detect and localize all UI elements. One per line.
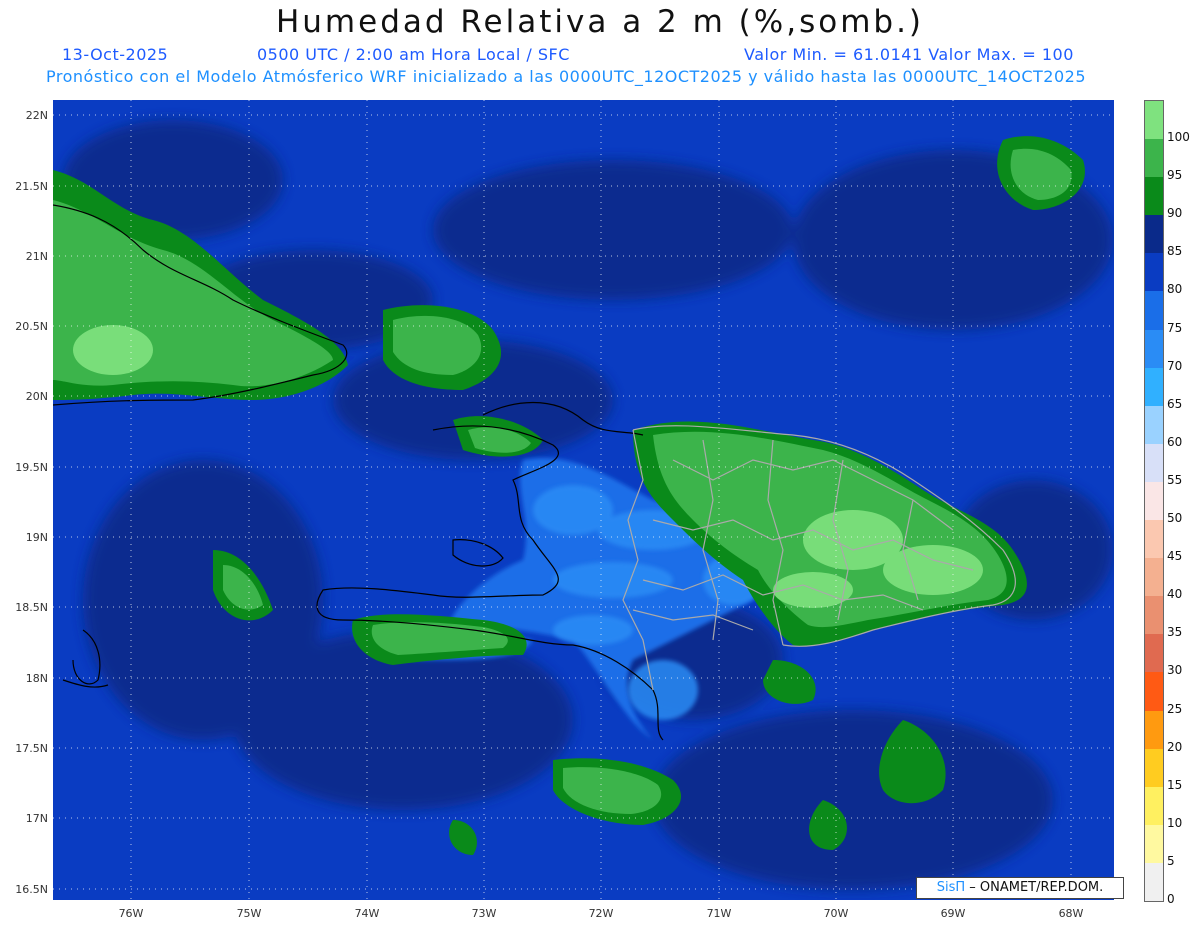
legend-label: 65 <box>1167 396 1183 411</box>
credit-org: – ONAMET/REP.DOM. <box>965 880 1104 895</box>
lat-label: 20.5N <box>15 320 48 333</box>
lon-label: 68W <box>1058 907 1084 920</box>
legend-swatch <box>1145 710 1163 750</box>
model-info: Pronóstico con el Modelo Atmósferico WRF… <box>46 67 1087 86</box>
lon-label: 69W <box>940 907 966 920</box>
legend-swatch <box>1145 824 1163 864</box>
legend-swatch <box>1145 596 1163 635</box>
min-max-values: Valor Min. = 61.0141 Valor Max. = 100 <box>744 45 1074 64</box>
map-canvas <box>53 100 1114 900</box>
legend-swatch <box>1145 405 1163 445</box>
legend-label: 5 <box>1167 853 1175 868</box>
legend-label: 30 <box>1167 663 1183 678</box>
legend-label: 90 <box>1167 206 1183 221</box>
legend-swatch <box>1145 329 1163 369</box>
legend-swatch <box>1145 558 1163 597</box>
legend-label: 15 <box>1167 777 1183 792</box>
credit-box: SisΠ – ONAMET/REP.DOM. <box>916 877 1124 899</box>
legend-label: 45 <box>1167 549 1183 564</box>
legend-label: 70 <box>1167 358 1183 373</box>
legend-swatch <box>1145 786 1163 826</box>
lat-label: 18.5N <box>15 601 48 614</box>
legend-swatch <box>1145 520 1163 559</box>
legend-label: 40 <box>1167 587 1183 602</box>
legend-label: 75 <box>1167 320 1183 335</box>
lat-label: 22N <box>25 109 48 122</box>
legend-label: 80 <box>1167 282 1183 297</box>
lat-label: 16.5N <box>15 883 48 896</box>
legend-swatch <box>1145 139 1163 178</box>
legend-label: 25 <box>1167 701 1183 716</box>
lat-label: 21.5N <box>15 180 48 193</box>
legend-swatch <box>1145 101 1163 140</box>
legend-label: 10 <box>1167 815 1183 830</box>
lat-label: 17N <box>25 812 48 825</box>
legend-swatch <box>1145 177 1163 216</box>
lon-label: 73W <box>471 907 497 920</box>
lat-label: 19.5N <box>15 461 48 474</box>
legend-swatch <box>1145 253 1163 292</box>
forecast-time: 0500 UTC / 2:00 am Hora Local / SFC <box>257 45 570 64</box>
legend-label: 50 <box>1167 511 1183 526</box>
lon-label: 76W <box>118 907 144 920</box>
legend-label: 60 <box>1167 434 1183 449</box>
sis-logo-text: SisΠ <box>936 880 966 895</box>
legend-label: 85 <box>1167 244 1183 259</box>
lon-label: 75W <box>236 907 262 920</box>
lat-label: 20N <box>25 390 48 403</box>
legend-label: 95 <box>1167 168 1183 183</box>
lat-label: 19N <box>25 531 48 544</box>
legend-label: 0 <box>1167 892 1175 906</box>
legend-swatch <box>1145 215 1163 254</box>
legend-swatch <box>1145 748 1163 788</box>
lon-label: 74W <box>354 907 380 920</box>
lon-label: 71W <box>706 907 732 920</box>
forecast-date: 13-Oct-2025 <box>62 45 169 64</box>
humidity-map <box>53 100 1114 900</box>
lon-label: 72W <box>588 907 614 920</box>
lon-label: 70W <box>823 907 849 920</box>
legend-swatch <box>1145 481 1163 521</box>
legend-label: 20 <box>1167 739 1183 754</box>
legend-label: 55 <box>1167 472 1183 487</box>
map-title: Humedad Relativa a 2 m (%,somb.) <box>275 4 925 40</box>
lat-label: 17.5N <box>15 742 48 755</box>
legend-swatch <box>1145 367 1163 407</box>
legend-swatch <box>1145 443 1163 483</box>
lat-label: 18N <box>25 672 48 685</box>
lat-label: 21N <box>25 250 48 263</box>
legend-swatch <box>1145 862 1163 902</box>
legend-label: 35 <box>1167 625 1183 640</box>
legend-swatch <box>1145 291 1163 331</box>
color-legend <box>1144 100 1164 902</box>
legend-swatch <box>1145 634 1163 673</box>
legend-swatch <box>1145 672 1163 712</box>
legend-label: 100 <box>1167 130 1190 145</box>
